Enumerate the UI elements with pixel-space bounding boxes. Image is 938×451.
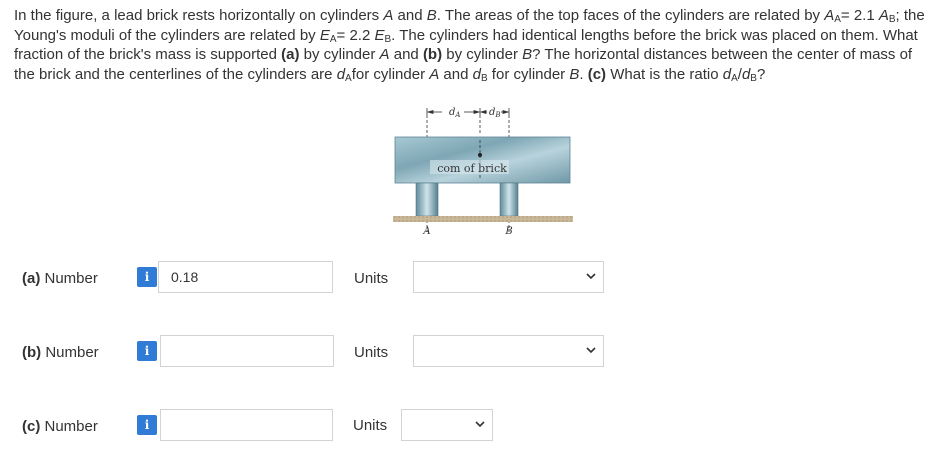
cylinder-b-label: B <box>504 226 512 237</box>
chevron-down-icon <box>475 421 485 428</box>
units-c-label: Units <box>353 417 388 434</box>
com-label: com of brick <box>437 162 507 175</box>
chevron-down-icon <box>586 347 596 354</box>
answer-row-c: (c) Number i Units <box>22 409 622 443</box>
info-icon[interactable]: i <box>137 267 157 287</box>
info-icon[interactable]: i <box>137 415 157 435</box>
answer-a-input[interactable]: 0.18 <box>158 261 333 293</box>
units-b-select[interactable] <box>413 335 604 367</box>
cylinder-a-label: A <box>422 226 430 237</box>
center-of-mass-dot <box>478 153 482 157</box>
brick-figure: dA dB com of brick A B <box>393 107 573 237</box>
cylinder-b <box>499 182 519 217</box>
ground <box>393 216 573 222</box>
chevron-down-icon <box>586 273 596 280</box>
row-b-label: (b) Number <box>22 344 99 361</box>
row-a-label: (a) Number <box>22 270 98 287</box>
info-icon[interactable]: i <box>137 341 157 361</box>
row-c-label: (c) Number <box>22 418 98 435</box>
dA-label: dA <box>449 107 460 119</box>
units-a-select[interactable] <box>413 261 604 293</box>
cylinder-a <box>415 182 439 217</box>
answer-row-b: (b) Number i Units <box>22 335 622 369</box>
units-b-label: Units <box>354 344 389 361</box>
units-a-label: Units <box>354 270 389 287</box>
answer-row-a: (a) Number i 0.18 Units <box>22 261 622 295</box>
answer-c-input[interactable] <box>160 409 333 441</box>
dB-label: dB <box>489 107 501 119</box>
answer-b-input[interactable] <box>160 335 334 367</box>
units-c-select[interactable] <box>401 409 493 441</box>
problem-statement: In the figure, a lead brick rests horizo… <box>14 7 925 84</box>
